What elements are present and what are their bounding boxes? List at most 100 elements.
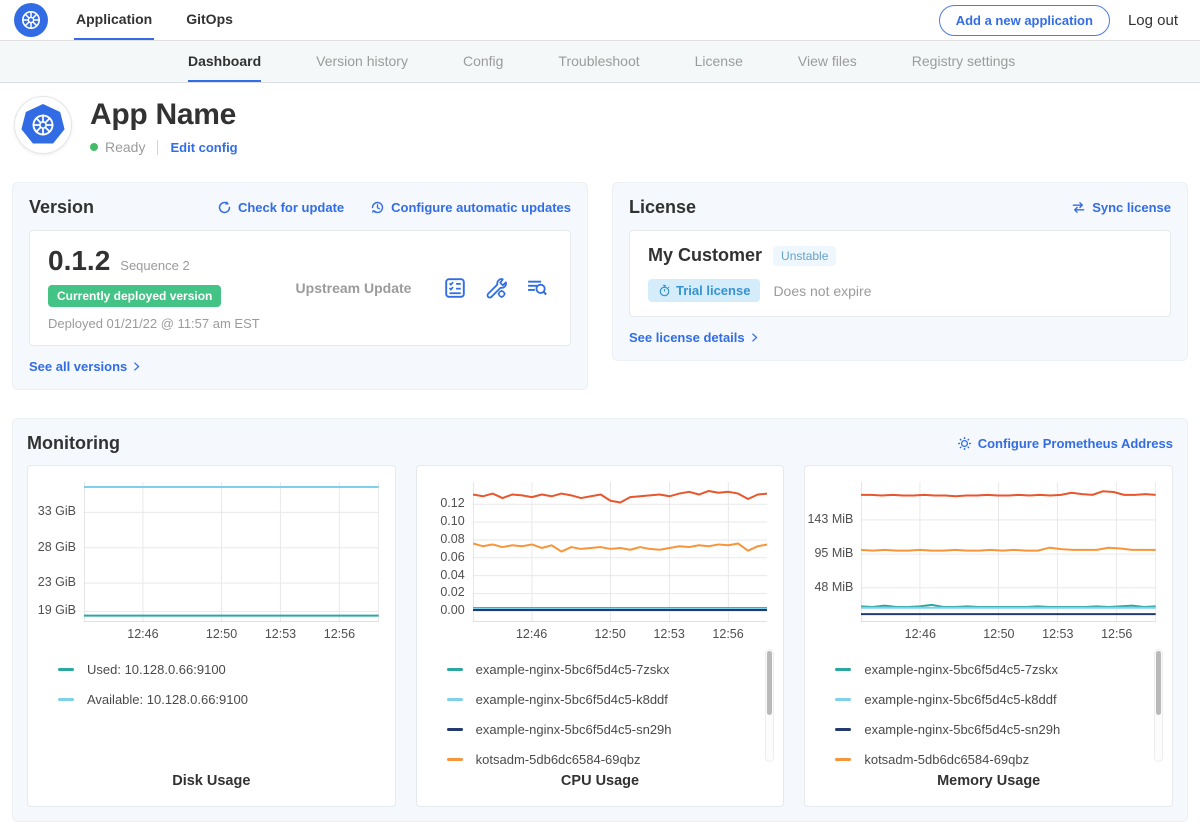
deployed-version-badge: Currently deployed version (48, 285, 221, 307)
tab-config[interactable]: Config (463, 41, 503, 82)
tab-registry-settings[interactable]: Registry settings (912, 41, 1015, 82)
app-header: App Name Ready Edit config (0, 83, 1200, 169)
legend-item: example-nginx-5bc6f5d4c5-k8ddf (835, 692, 1172, 707)
app-tab-bar: Dashboard Version history Config Trouble… (0, 41, 1200, 83)
tab-version-history[interactable]: Version history (316, 41, 408, 82)
tab-license[interactable]: License (695, 41, 743, 82)
legend-item: kotsadm-5db6dc6584-69qbz (447, 752, 784, 767)
tab-troubleshoot[interactable]: Troubleshoot (558, 41, 639, 82)
legend-swatch (447, 698, 463, 701)
kubernetes-app-icon (21, 104, 65, 146)
configure-automatic-updates-link[interactable]: Configure automatic updates (370, 200, 571, 215)
legend-label: example-nginx-5bc6f5d4c5-7zskx (476, 662, 670, 677)
chevron-right-icon (749, 332, 760, 343)
trial-license-badge: Trial license (648, 279, 760, 302)
tab-view-files[interactable]: View files (798, 41, 857, 82)
config-wrench-icon[interactable] (485, 277, 507, 299)
memory-usage-plot: 143 MiB95 MiB48 MiB (805, 482, 1172, 622)
license-panel: My Customer Unstable Trial license Does … (629, 230, 1171, 317)
chart-title: Memory Usage (805, 773, 1172, 789)
x-axis-tick-label: 12:50 (206, 627, 237, 641)
legend-item: example-nginx-5bc6f5d4c5-sn29h (447, 722, 784, 737)
x-axis-tick-label: 12:53 (1042, 627, 1073, 641)
divider (157, 140, 158, 155)
legend-swatch (835, 668, 851, 671)
status-ready-dot (90, 143, 98, 151)
x-axis-tick-label: 12:56 (1101, 627, 1132, 641)
check-for-update-link[interactable]: Check for update (217, 200, 344, 215)
x-axis-tick-label: 12:56 (324, 627, 355, 641)
preflight-checklist-icon[interactable] (444, 277, 466, 299)
configure-prometheus-link[interactable]: Configure Prometheus Address (957, 436, 1173, 451)
x-axis-tick-label: 12:46 (516, 627, 547, 641)
legend-label: example-nginx-5bc6f5d4c5-7zskx (864, 662, 1058, 677)
disk-usage-plot: 33 GiB28 GiB23 GiB19 GiB (28, 482, 395, 622)
legend-scrollbar[interactable] (765, 649, 774, 762)
see-license-details-link[interactable]: See license details (629, 330, 1171, 345)
legend-swatch (58, 698, 74, 701)
monitoring-section: Monitoring Configure Prometheus Address (12, 418, 1188, 822)
current-version-panel: 0.1.2 Sequence 2 Currently deployed vers… (29, 230, 571, 346)
sync-license-link[interactable]: Sync license (1071, 200, 1171, 215)
deployed-timestamp: Deployed 01/21/22 @ 11:57 am EST (48, 316, 263, 331)
tab-dashboard[interactable]: Dashboard (188, 41, 261, 82)
legend-swatch (447, 758, 463, 761)
y-axis-tick-label: 33 GiB (38, 504, 76, 518)
x-axis-tick-label: 12:53 (653, 627, 684, 641)
customer-name: My Customer (648, 245, 762, 266)
legend-label: example-nginx-5bc6f5d4c5-k8ddf (476, 692, 668, 707)
legend-label: Used: 10.128.0.66:9100 (87, 662, 226, 677)
legend-item: example-nginx-5bc6f5d4c5-7zskx (835, 662, 1172, 677)
x-axis-tick-label: 12:53 (265, 627, 296, 641)
nav-tab-application[interactable]: Application (74, 0, 154, 40)
expiry-label: Does not expire (773, 283, 871, 299)
cpu-usage-legend: example-nginx-5bc6f5d4c5-7zskx example-ng… (447, 662, 784, 767)
x-axis-tick-label: 12:46 (127, 627, 158, 641)
legend-item: example-nginx-5bc6f5d4c5-7zskx (447, 662, 784, 677)
license-card: License Sync license My Customer Unstabl… (612, 182, 1188, 361)
version-card-title: Version (29, 197, 94, 218)
license-card-title: License (629, 197, 696, 218)
y-axis-tick-label: 0.06 (440, 550, 464, 564)
edit-config-link[interactable]: Edit config (170, 140, 237, 155)
channel-badge: Unstable (773, 246, 836, 266)
cpu-usage-plot: 0.120.100.080.060.040.020.00 (417, 482, 784, 622)
legend-swatch (835, 728, 851, 731)
see-all-versions-link[interactable]: See all versions (29, 359, 571, 374)
legend-swatch (58, 668, 74, 671)
legend-item: kotsadm-5db6dc6584-69qbz (835, 752, 1172, 767)
view-logs-icon[interactable] (526, 277, 548, 299)
version-number: 0.1.2 (48, 245, 110, 277)
add-application-button[interactable]: Add a new application (939, 5, 1110, 36)
legend-label: Available: 10.128.0.66:9100 (87, 692, 248, 707)
top-nav: Application GitOps Add a new application… (0, 0, 1200, 41)
version-source-label: Upstream Update (263, 280, 444, 296)
kubernetes-logo-icon (14, 3, 48, 37)
chart-title: CPU Usage (417, 773, 784, 789)
y-axis-tick-label: 0.02 (440, 585, 464, 599)
nav-tab-gitops[interactable]: GitOps (184, 0, 235, 40)
x-axis-tick-label: 12:46 (905, 627, 936, 641)
legend-item: Used: 10.128.0.66:9100 (58, 662, 395, 677)
monitoring-title: Monitoring (27, 433, 120, 454)
legend-label: kotsadm-5db6dc6584-69qbz (476, 752, 641, 767)
y-axis-tick-label: 0.10 (440, 514, 464, 528)
page-title: App Name (90, 98, 238, 132)
legend-swatch (835, 758, 851, 761)
legend-scrollbar[interactable] (1154, 649, 1163, 762)
legend-item: example-nginx-5bc6f5d4c5-sn29h (835, 722, 1172, 737)
logout-button[interactable]: Log out (1128, 12, 1178, 29)
legend-label: example-nginx-5bc6f5d4c5-k8ddf (864, 692, 1056, 707)
y-axis-tick-label: 28 GiB (38, 540, 76, 554)
memory-usage-chart-card: 143 MiB95 MiB48 MiB 12:4612:5012:5312:56… (804, 465, 1173, 807)
cpu-usage-chart-card: 0.120.100.080.060.040.020.00 12:4612:501… (416, 465, 785, 807)
stopwatch-icon (658, 284, 671, 297)
gear-icon (957, 436, 972, 451)
disk-usage-chart-card: 33 GiB28 GiB23 GiB19 GiB 12:4612:5012:53… (27, 465, 396, 807)
x-axis-tick-label: 12:50 (595, 627, 626, 641)
y-axis-tick-label: 143 MiB (807, 512, 853, 526)
y-axis-tick-label: 48 MiB (814, 580, 853, 594)
y-axis-tick-label: 0.08 (440, 532, 464, 546)
status-label: Ready (105, 139, 145, 155)
legend-label: example-nginx-5bc6f5d4c5-sn29h (476, 722, 672, 737)
